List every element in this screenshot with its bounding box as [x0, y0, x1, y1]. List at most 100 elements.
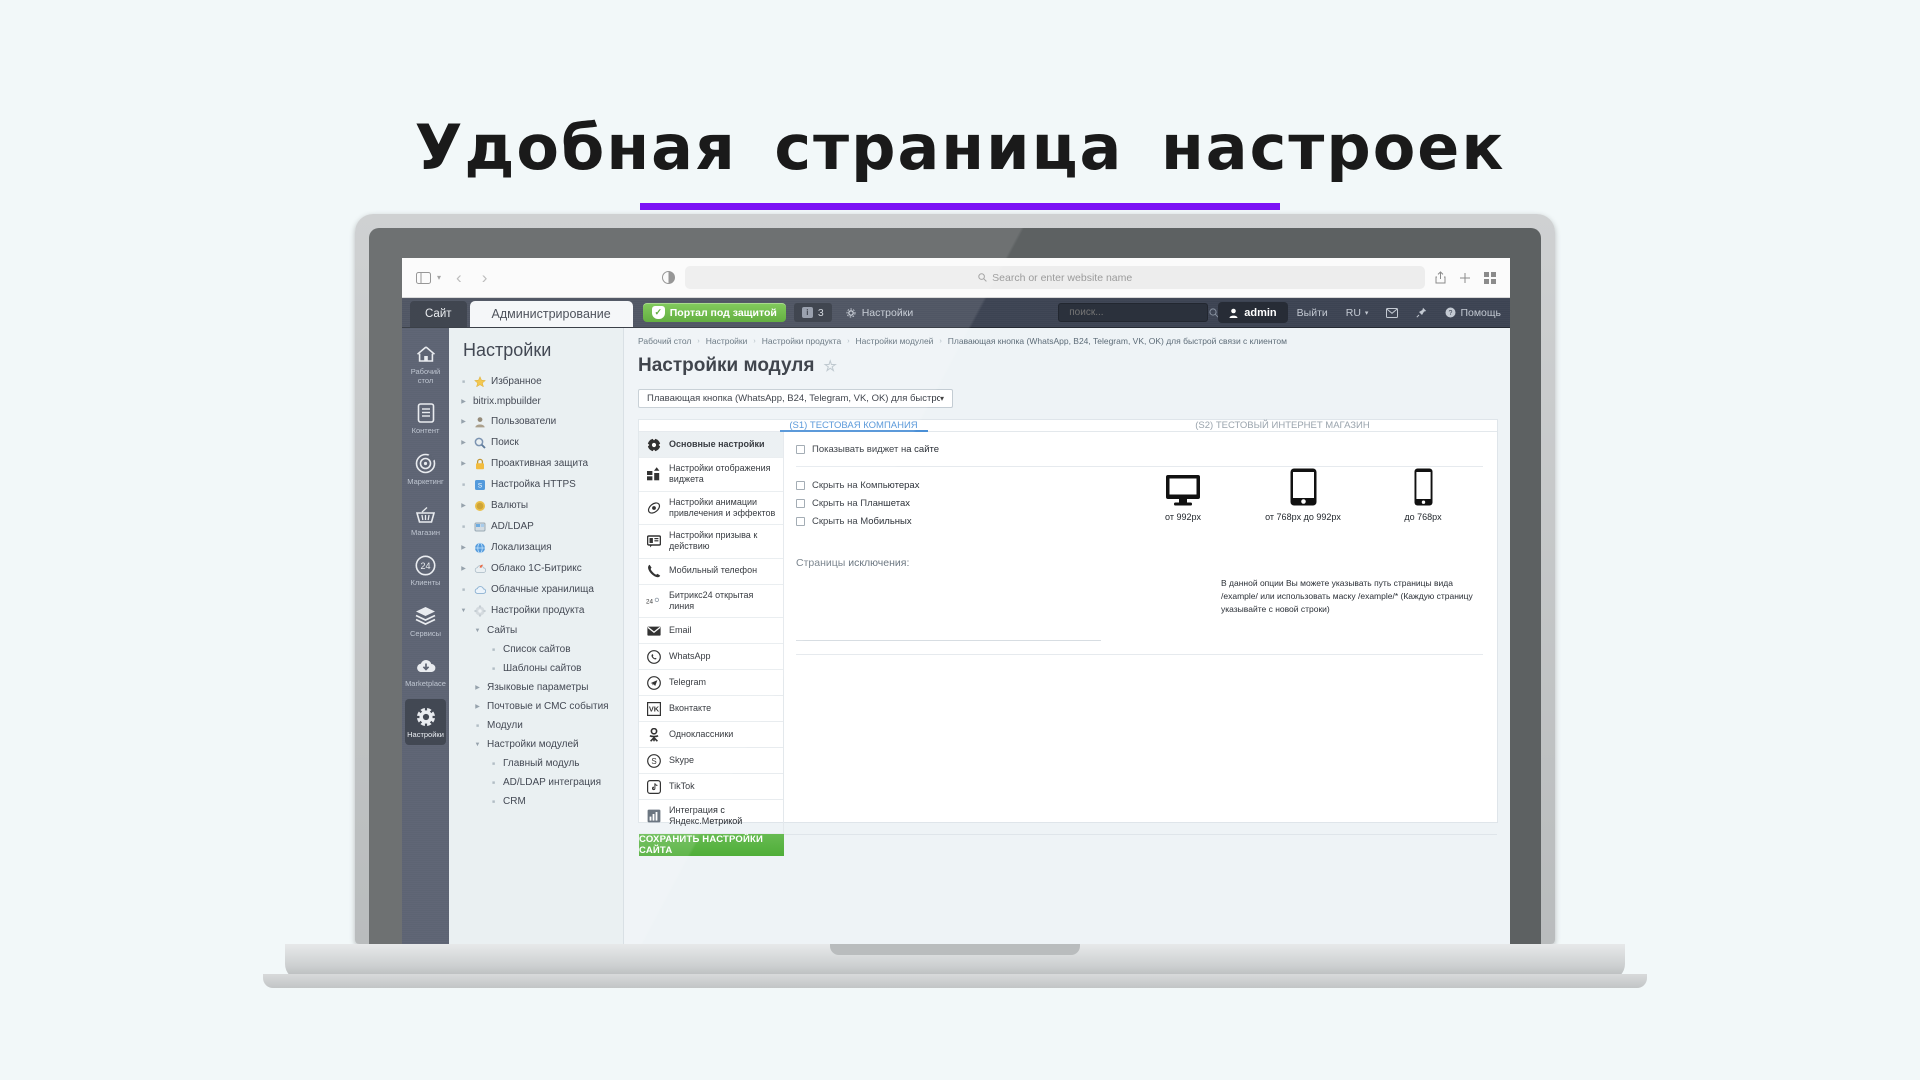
- tree-item[interactable]: Шаблоны сайтов: [449, 659, 623, 678]
- tab-site[interactable]: Сайт: [410, 301, 467, 327]
- messages-icon[interactable]: [1377, 298, 1407, 327]
- topbar-settings-link[interactable]: Настройки: [846, 298, 913, 327]
- tree-item[interactable]: Настройки продукта: [449, 600, 623, 621]
- option-item[interactable]: Мобильный телефон: [639, 559, 783, 585]
- hide-tablet-checkbox[interactable]: [796, 499, 805, 508]
- tree-item[interactable]: Избранное: [449, 371, 623, 392]
- pin-icon[interactable]: [1407, 298, 1436, 327]
- tree-item[interactable]: Облачные хранилища: [449, 579, 623, 600]
- expand-arrow-icon[interactable]: [473, 684, 482, 691]
- option-item[interactable]: Интеграция с Яндекс.Метрикой: [639, 800, 783, 834]
- option-item[interactable]: Настройки анимации привлечения и эффекто…: [639, 492, 783, 525]
- option-item[interactable]: WhatsApp: [639, 644, 783, 670]
- plus-icon[interactable]: [1459, 272, 1471, 284]
- option-item[interactable]: Основные настройки: [639, 432, 783, 458]
- expand-arrow-icon[interactable]: [473, 703, 482, 710]
- option-item[interactable]: TikTok: [639, 774, 783, 800]
- bullet-icon[interactable]: [459, 482, 468, 488]
- tree-item[interactable]: Валюты: [449, 495, 623, 516]
- tree-item[interactable]: Модули: [449, 716, 623, 735]
- notifications-counter[interactable]: i 3: [793, 303, 832, 322]
- tree-item[interactable]: Настройки модулей: [449, 735, 623, 754]
- reader-contrast-icon[interactable]: [662, 271, 676, 284]
- breadcrumb-item[interactable]: Настройки: [706, 336, 748, 346]
- tree-item[interactable]: Языковые параметры: [449, 678, 623, 697]
- bullet-icon[interactable]: [489, 799, 498, 805]
- tree-item[interactable]: Главный модуль: [449, 754, 623, 773]
- tree-item[interactable]: Пользователи: [449, 411, 623, 432]
- bullet-icon[interactable]: [473, 723, 482, 729]
- logout-link[interactable]: Выйти: [1288, 298, 1337, 327]
- site-tab[interactable]: (S2) ТЕСТОВЫЙ ИНТЕРНЕТ МАГАЗИН: [1068, 420, 1497, 431]
- share-icon[interactable]: [1435, 271, 1446, 284]
- bullet-icon[interactable]: [489, 780, 498, 786]
- tree-item[interactable]: AD/LDAP интеграция: [449, 773, 623, 792]
- tree-item[interactable]: Сайты: [449, 621, 623, 640]
- save-button[interactable]: Сохранить настройки сайта: [639, 833, 784, 856]
- option-item[interactable]: Настройки призыва к действию: [639, 525, 783, 559]
- vmenu-item-clients[interactable]: 24 Клиенты: [405, 547, 446, 593]
- expand-arrow-icon[interactable]: [459, 544, 468, 551]
- tree-item[interactable]: Проактивная защита: [449, 453, 623, 474]
- breadcrumb-item[interactable]: Настройки продукта: [762, 336, 841, 346]
- bullet-icon[interactable]: [489, 761, 498, 767]
- show-widget-checkbox[interactable]: [796, 445, 805, 454]
- vmenu-item-shop[interactable]: Магазин: [405, 497, 446, 543]
- collapse-arrow-icon[interactable]: [459, 608, 468, 614]
- collapse-arrow-icon[interactable]: [473, 742, 482, 748]
- tree-item[interactable]: Список сайтов: [449, 640, 623, 659]
- hide-desktop-checkbox[interactable]: [796, 481, 805, 490]
- bullet-icon[interactable]: [459, 587, 468, 593]
- exclusion-input[interactable]: [796, 583, 1101, 641]
- language-selector[interactable]: RU ▾: [1337, 298, 1378, 327]
- show-widget-row[interactable]: Показывать виджет на сайте: [796, 444, 1483, 455]
- collapse-arrow-icon[interactable]: [473, 628, 482, 634]
- bullet-icon[interactable]: [459, 379, 468, 385]
- portal-protected-badge[interactable]: ✓ Портал под защитой: [642, 303, 786, 322]
- bullet-icon[interactable]: [459, 524, 468, 530]
- help-link[interactable]: ? Помощь: [1436, 298, 1510, 327]
- tree-item[interactable]: Поиск: [449, 432, 623, 453]
- tab-overview-icon[interactable]: [1484, 271, 1496, 284]
- site-tab[interactable]: (S1) ТЕСТОВАЯ КОМПАНИЯ: [639, 420, 1068, 431]
- option-item[interactable]: 24 Битрикс24 открытая линия: [639, 585, 783, 618]
- tree-item[interactable]: Локализация: [449, 537, 623, 558]
- tree-item[interactable]: AD/LDAP: [449, 516, 623, 537]
- admin-search[interactable]: [1058, 303, 1219, 322]
- breadcrumb-item[interactable]: Рабочий стол: [638, 336, 691, 346]
- vmenu-item-services[interactable]: Сервисы: [405, 598, 446, 644]
- expand-arrow-icon[interactable]: [459, 398, 468, 405]
- bullet-icon[interactable]: [489, 647, 498, 653]
- vmenu-item-marketplace[interactable]: Marketplace: [405, 648, 446, 694]
- expand-arrow-icon[interactable]: [459, 565, 468, 572]
- breadcrumb-item[interactable]: Настройки модулей: [856, 336, 934, 346]
- user-menu[interactable]: admin: [1218, 302, 1288, 323]
- tree-item[interactable]: CRM: [449, 792, 623, 811]
- bullet-icon[interactable]: [489, 666, 498, 672]
- tree-item[interactable]: S Настройка HTTPS: [449, 474, 623, 495]
- forward-button[interactable]: ›: [477, 268, 493, 288]
- option-item[interactable]: S Skype: [639, 748, 783, 774]
- option-item[interactable]: Email: [639, 618, 783, 644]
- tab-administration[interactable]: Администрирование: [469, 301, 633, 327]
- star-outline-icon[interactable]: ☆: [823, 357, 836, 375]
- vmenu-item-desktop[interactable]: Рабочий стол: [405, 336, 446, 390]
- expand-arrow-icon[interactable]: [459, 460, 468, 467]
- vmenu-item-content[interactable]: Контент: [405, 395, 446, 441]
- expand-arrow-icon[interactable]: [459, 439, 468, 446]
- option-item[interactable]: Настройки отображения виджета: [639, 458, 783, 492]
- option-item[interactable]: VK Вконтакте: [639, 696, 783, 722]
- expand-arrow-icon[interactable]: [459, 418, 468, 425]
- option-item[interactable]: Telegram: [639, 670, 783, 696]
- search-input[interactable]: [1067, 306, 1204, 319]
- hide-mobile-checkbox[interactable]: [796, 517, 805, 526]
- tree-item[interactable]: Облако 1С-Битрикс: [449, 558, 623, 579]
- module-select[interactable]: Плавающая кнопка (WhatsApp, B24, Telegra…: [638, 389, 953, 408]
- vmenu-item-settings[interactable]: Настройки: [405, 699, 446, 745]
- expand-arrow-icon[interactable]: [459, 502, 468, 509]
- vmenu-item-marketing[interactable]: Маркетинг: [405, 446, 446, 492]
- tree-item[interactable]: Почтовые и СМС события: [449, 697, 623, 716]
- option-item[interactable]: Одноклассники: [639, 722, 783, 748]
- tree-item[interactable]: bitrix.mpbuilder: [449, 392, 623, 411]
- back-button[interactable]: ‹: [451, 268, 467, 288]
